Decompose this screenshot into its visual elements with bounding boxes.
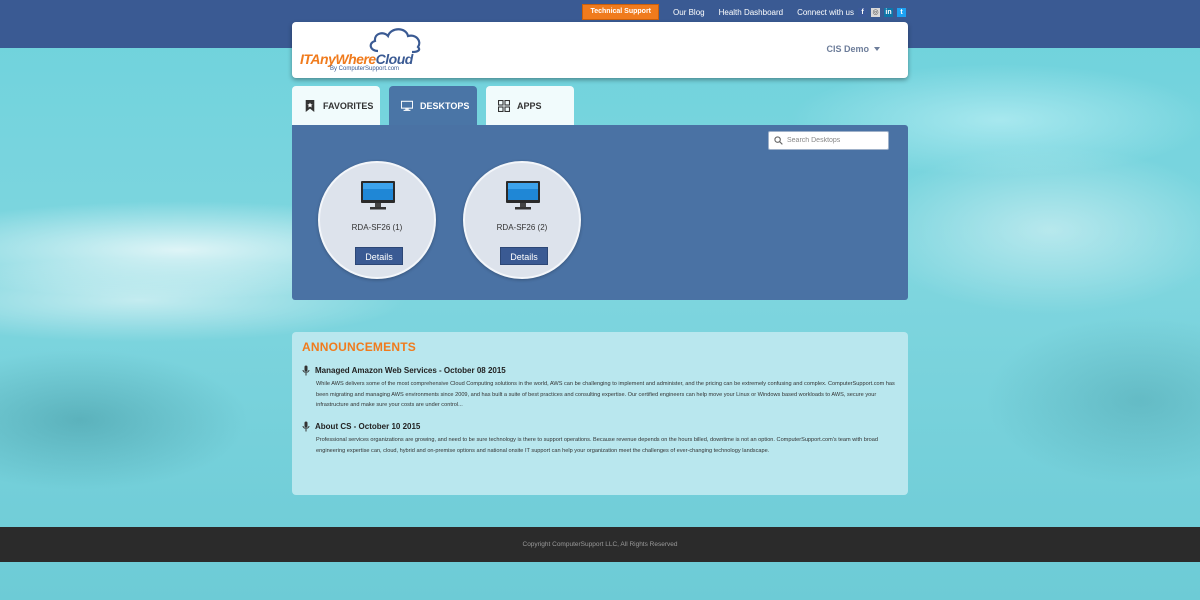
footer: Copyright ComputerSupport LLC, All Right… — [0, 527, 1200, 562]
chevron-down-icon — [874, 47, 880, 51]
announcement-title[interactable]: About CS - October 10 2015 — [315, 422, 420, 431]
instagram-icon[interactable]: ◎ — [871, 7, 880, 17]
health-dashboard-link[interactable]: Health Dashboard — [719, 8, 783, 17]
tab-favorites-label: FAVORITES — [323, 100, 374, 111]
announcement-header: Managed Amazon Web Services - October 08… — [302, 365, 902, 376]
announcement-header: About CS - October 10 2015 — [302, 421, 902, 432]
logo-title: ITAnyWhereCloud — [300, 51, 413, 67]
announcement-title[interactable]: Managed Amazon Web Services - October 08… — [315, 366, 506, 375]
search-input[interactable] — [787, 137, 882, 144]
announcement-item: Managed Amazon Web Services - October 08… — [302, 365, 902, 411]
microphone-icon — [302, 421, 310, 432]
logo-suffix: Cloud — [375, 51, 414, 67]
tab-desktops[interactable]: DESKTOPS — [389, 86, 477, 125]
copyright-text: Copyright ComputerSupport LLC, All Right… — [522, 541, 678, 548]
top-links: Technical Support Our Blog Health Dashbo… — [582, 4, 906, 20]
announcement-item: About CS - October 10 2015 Professional … — [302, 421, 902, 456]
header-card: ITAnyWhereCloud By ComputerSupport.com C… — [292, 22, 908, 78]
logo-subtitle: By ComputerSupport.com — [330, 66, 400, 72]
search-icon — [774, 136, 783, 145]
search-box — [768, 131, 889, 150]
tab-bar: FAVORITES DESKTOPS APPS — [292, 86, 574, 125]
desktops-panel: RDA-SF26 (1) Details RDA-SF26 (2) Detail… — [292, 125, 908, 300]
announcements-panel: ANNOUNCEMENTS Managed Amazon Web Service… — [292, 332, 908, 495]
monitor-icon — [361, 181, 395, 210]
connect-label: Connect with us — [797, 7, 854, 17]
desktop-card-1[interactable]: RDA-SF26 (1) Details — [318, 161, 436, 279]
logo[interactable]: ITAnyWhereCloud By ComputerSupport.com — [300, 28, 430, 74]
details-button[interactable]: Details — [500, 247, 548, 265]
announcements-title: ANNOUNCEMENTS — [302, 340, 416, 354]
desktop-name: RDA-SF26 (2) — [496, 223, 548, 232]
user-name: CIS Demo — [826, 44, 869, 54]
linkedin-icon[interactable]: in — [884, 7, 893, 17]
tab-favorites[interactable]: FAVORITES — [292, 86, 380, 125]
announcement-body: While AWS delivers some of the most comp… — [316, 381, 895, 408]
tab-apps[interactable]: APPS — [486, 86, 574, 125]
monitor-icon — [506, 181, 540, 210]
technical-support-button[interactable]: Technical Support — [582, 4, 660, 20]
grid-icon — [498, 99, 510, 112]
twitter-icon[interactable]: t — [897, 7, 906, 17]
monitor-icon — [401, 100, 413, 111]
logo-prefix: ITAnyWhere — [300, 51, 376, 67]
desktop-card-2[interactable]: RDA-SF26 (2) Details — [463, 161, 581, 279]
details-button[interactable]: Details — [355, 247, 403, 265]
microphone-icon — [302, 365, 310, 376]
connect-with-us: Connect with us f ◎ in t — [797, 7, 906, 17]
tab-apps-label: APPS — [517, 100, 542, 111]
bookmark-icon — [305, 99, 315, 112]
tab-desktops-label: DESKTOPS — [420, 100, 470, 111]
user-menu[interactable]: CIS Demo — [826, 44, 880, 54]
facebook-icon[interactable]: f — [858, 7, 867, 17]
cloud-logo-icon — [369, 28, 421, 54]
desktop-name: RDA-SF26 (1) — [351, 223, 403, 232]
our-blog-link[interactable]: Our Blog — [673, 8, 705, 17]
announcement-body: Professional services organizations are … — [316, 437, 879, 454]
